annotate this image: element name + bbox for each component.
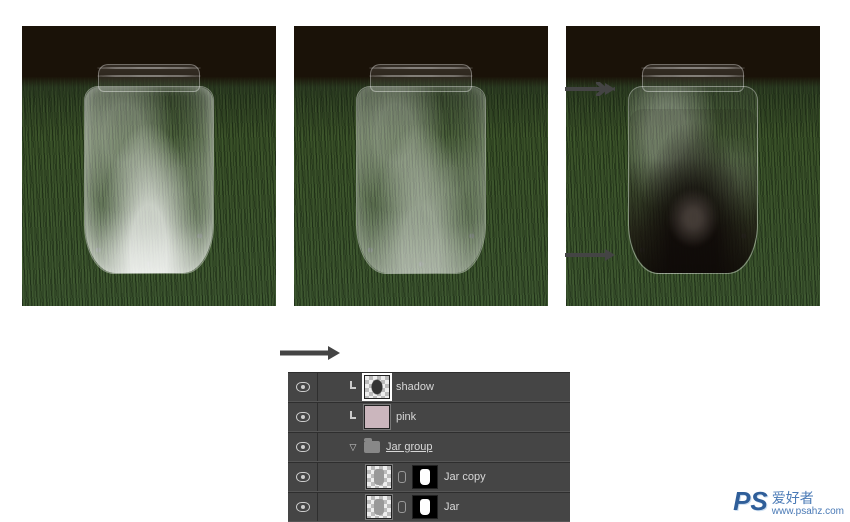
image-comparison-row	[0, 0, 850, 306]
watermark-url: www.psahz.com	[772, 506, 844, 517]
layer-row-jarcopy[interactable]: Jar copy	[288, 462, 570, 492]
jar-image-step1	[22, 26, 276, 306]
link-icon[interactable]	[398, 471, 406, 483]
clip-mask-icon	[348, 381, 358, 393]
layer-row-group[interactable]: ▽ Jar group	[288, 432, 570, 462]
visibility-toggle[interactable]	[288, 493, 318, 521]
layer-name[interactable]: Jar	[444, 501, 459, 513]
arrow-icon	[565, 248, 615, 262]
jar-image-step3	[566, 26, 820, 306]
eye-icon	[296, 502, 310, 512]
link-icon[interactable]	[398, 501, 406, 513]
layer-row-shadow[interactable]: shadow	[288, 372, 570, 402]
folder-icon	[364, 441, 380, 453]
layer-mask-thumbnail[interactable]	[412, 495, 438, 519]
eye-icon	[296, 442, 310, 452]
layer-thumbnail[interactable]	[366, 465, 392, 489]
eye-icon	[296, 412, 310, 422]
visibility-toggle[interactable]	[288, 463, 318, 491]
layer-thumbnail[interactable]	[364, 405, 390, 429]
watermark-text: 爱好者	[772, 490, 814, 506]
clip-mask-icon	[348, 411, 358, 423]
visibility-toggle[interactable]	[288, 403, 318, 431]
layer-thumbnail[interactable]	[364, 375, 390, 399]
layer-name[interactable]: Jar copy	[444, 471, 486, 483]
arrow-icon	[280, 345, 340, 361]
layer-thumbnail[interactable]	[366, 495, 392, 519]
eye-icon	[296, 472, 310, 482]
layers-panel[interactable]: shadow pink ▽ Jar group Jar copy Jar	[288, 372, 570, 522]
layer-name[interactable]: pink	[396, 411, 416, 423]
layer-mask-thumbnail[interactable]	[412, 465, 438, 489]
watermark: PS 爱好者 www.psahz.com	[733, 486, 844, 517]
layer-name[interactable]: shadow	[396, 381, 434, 393]
visibility-toggle[interactable]	[288, 373, 318, 401]
chevron-down-icon[interactable]: ▽	[348, 442, 358, 452]
jar-image-step2	[294, 26, 548, 306]
watermark-logo: PS	[733, 486, 768, 517]
eye-icon	[296, 382, 310, 392]
layer-row-pink[interactable]: pink	[288, 402, 570, 432]
visibility-toggle[interactable]	[288, 433, 318, 461]
layer-row-jar[interactable]: Jar	[288, 492, 570, 522]
arrow-icon	[565, 82, 615, 96]
layer-name[interactable]: Jar group	[386, 441, 432, 453]
